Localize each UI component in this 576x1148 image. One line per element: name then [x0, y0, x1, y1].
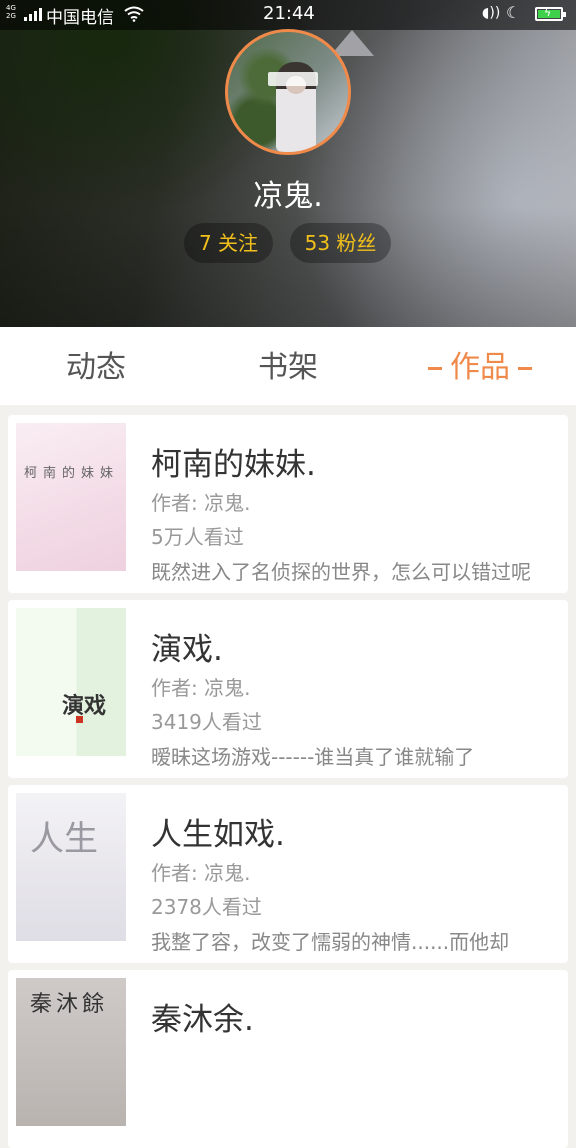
battery-charging-icon: ϟ [535, 6, 566, 21]
following-count-button[interactable]: 7 关注 [184, 223, 273, 263]
book-views: 3419人看过 [151, 710, 262, 734]
book-views: 2378人看过 [151, 895, 262, 919]
clock: 21:44 [263, 3, 315, 24]
book-title: 柯南的妹妹. [151, 447, 316, 483]
tab-works-label: 作品 [450, 350, 510, 385]
book-title: 秦沐余. [151, 1002, 254, 1038]
profile-header: 4G 2G 中国电信 21:44 ◖)) ☾ ϟ 凉鬼. 7 关注 53 粉丝 [0, 0, 576, 327]
book-description: 既然进入了名侦探的世界，怎么可以错过呢 [151, 560, 531, 584]
tab-bar: 动态 书架 作品 [0, 327, 576, 405]
cover-title: 柯南的妹妹 [24, 466, 120, 481]
tab-bookshelf[interactable]: 书架 [232, 327, 344, 405]
book-item[interactable]: 秦沐餘 秦沐余. [8, 970, 568, 1148]
wifi-icon [124, 6, 144, 22]
book-cover: 柯南的妹妹 [16, 423, 126, 571]
moon-icon: ☾ [506, 3, 521, 22]
nfc-icon: ◖)) [482, 5, 501, 21]
network-type: 4G 2G [6, 4, 16, 20]
book-title: 人生如戏. [151, 817, 285, 853]
tab-activity[interactable]: 动态 [40, 327, 152, 405]
status-bar: 4G 2G 中国电信 21:44 ◖)) ☾ ϟ [0, 0, 576, 30]
tab-works[interactable]: 作品 [414, 327, 546, 405]
book-views: 5万人看过 [151, 525, 244, 549]
book-author: 作者: 凉鬼. [151, 491, 251, 515]
book-cover: 演戏 [16, 608, 126, 756]
book-author: 作者: 凉鬼. [151, 861, 251, 885]
header-shade [0, 207, 576, 327]
book-item[interactable]: 柯南的妹妹 柯南的妹妹. 作者: 凉鬼. 5万人看过 既然进入了名侦探的世界，怎… [8, 415, 568, 593]
book-description: 暧昧这场游戏------谁当真了谁就输了 [151, 745, 475, 769]
fans-count-button[interactable]: 53 粉丝 [290, 223, 391, 263]
cover-title: 演戏 [62, 693, 107, 719]
book-title: 演戏. [151, 632, 223, 668]
tab-indicator-right [518, 367, 532, 370]
book-item[interactable]: 人生 人生如戏. 作者: 凉鬼. 2378人看过 我整了容，改变了懦弱的神情..… [8, 785, 568, 963]
book-description: 我整了容，改变了懦弱的神情......而他却 [151, 930, 510, 954]
carrier-name: 中国电信 [46, 8, 114, 28]
cover-title: 秦沐餘 [30, 992, 109, 1017]
tab-indicator-left [428, 367, 442, 370]
user-name: 凉鬼. [253, 179, 323, 214]
cover-seal [76, 716, 83, 723]
avatar[interactable] [225, 29, 351, 155]
book-author: 作者: 凉鬼. [151, 676, 251, 700]
cover-title: 人生 [30, 819, 98, 859]
book-item[interactable]: 演戏 演戏. 作者: 凉鬼. 3419人看过 暧昧这场游戏------谁当真了谁… [8, 600, 568, 778]
book-cover: 人生 [16, 793, 126, 941]
book-cover: 秦沐餘 [16, 978, 126, 1126]
signal-icon [24, 7, 42, 21]
